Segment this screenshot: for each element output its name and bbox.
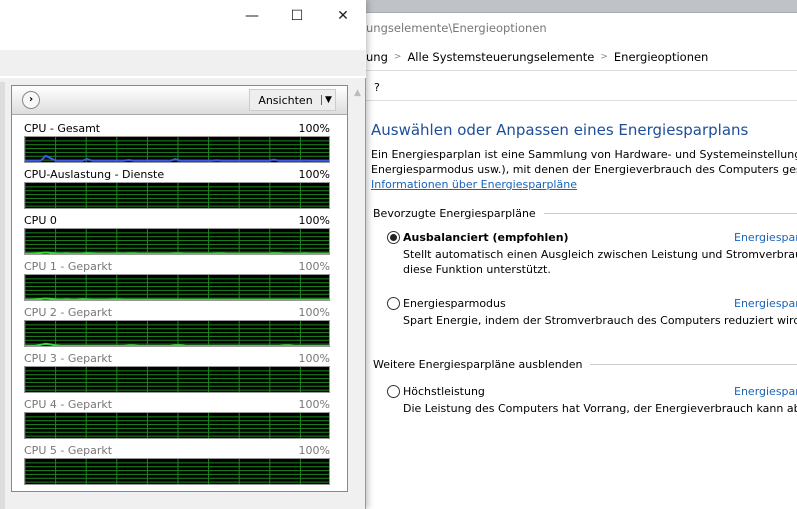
- plan-name[interactable]: Ausbalanciert (empfohlen): [403, 231, 569, 244]
- group-label[interactable]: Weitere Energiesparpläne ausblenden: [373, 358, 582, 371]
- intro-line: Energiesparmodus usw.), mit denen der En…: [371, 163, 797, 176]
- breadcrumb: ung > Alle Systemsteuerungselemente > En…: [360, 43, 797, 71]
- graph-canvas: [24, 458, 330, 485]
- description-line: Die Leistung des Computers hat Vorrang, …: [403, 402, 797, 415]
- change-plan-link[interactable]: Energiesparp: [734, 297, 797, 310]
- graph-label: CPU 0: [24, 214, 57, 227]
- graph-max: 100%: [298, 352, 330, 365]
- change-plan-link[interactable]: Energiesparp: [734, 231, 797, 244]
- help-button[interactable]: ?: [374, 81, 380, 94]
- graph-label: CPU 1 - Geparkt: [24, 260, 113, 273]
- chevron-right-icon: >: [600, 51, 608, 62]
- minimize-button[interactable]: —: [237, 8, 267, 28]
- plan-description: Die Leistung des Computers hat Vorrang, …: [387, 401, 797, 416]
- breadcrumb-item[interactable]: Energieoptionen: [614, 50, 708, 64]
- graph-canvas: [24, 320, 330, 347]
- graph-max: 100%: [298, 444, 330, 457]
- graph-label: CPU 5 - Geparkt: [24, 444, 113, 457]
- graph-label: CPU-Auslastung - Dienste: [24, 168, 165, 181]
- energy-options-window: ungselemente\Energieoptionen ung > Alle …: [360, 12, 797, 509]
- plan-1: Energiesparmodus Spart Energie, indem der…: [387, 297, 797, 328]
- change-plan-link[interactable]: Energiesparp: [734, 385, 797, 398]
- views-dropdown[interactable]: Ansichten ▼: [249, 89, 336, 111]
- plan-name[interactable]: Höchstleistung: [403, 385, 485, 398]
- graph-canvas: [24, 182, 330, 209]
- preferred-plans-header: Bevorzugte Energiesparpläne: [373, 207, 797, 220]
- scroll-up-icon[interactable]: ▲: [354, 88, 361, 98]
- graph-label: CPU 2 - Geparkt: [24, 306, 113, 319]
- info-link[interactable]: Informationen über Energiesparpläne: [371, 177, 797, 192]
- graph-label: CPU 4 - Geparkt: [24, 398, 113, 411]
- graph-canvas: [24, 274, 330, 301]
- graph-max: 100%: [298, 306, 330, 319]
- graph-canvas: [24, 228, 330, 255]
- more-plans-header[interactable]: Weitere Energiesparpläne ausblenden: [373, 358, 797, 371]
- breadcrumb-item[interactable]: ung: [366, 50, 388, 64]
- radio-button[interactable]: [387, 385, 400, 398]
- views-label: Ansichten: [258, 93, 313, 107]
- cpu-graph-3: CPU 1 - Geparkt 100%: [24, 260, 330, 301]
- cpu-graph-1: CPU-Auslastung - Dienste 100%: [24, 168, 330, 209]
- graph-canvas: [24, 412, 330, 439]
- graph-canvas: [24, 136, 330, 163]
- chevron-right-icon: >: [393, 51, 402, 62]
- tab-strip: [0, 50, 366, 78]
- radio-button[interactable]: [387, 297, 400, 310]
- intro-text: Ein Energiesparplan ist eine Sammlung vo…: [371, 147, 797, 192]
- window-title: ungselemente\Energieoptionen: [366, 21, 547, 35]
- graph-label: CPU - Gesamt: [24, 122, 101, 135]
- plan-description: Spart Energie, indem der Stromverbrauch …: [387, 313, 797, 328]
- cpu-graph-5: CPU 3 - Geparkt 100%: [24, 352, 330, 393]
- maximize-button[interactable]: ☐: [282, 8, 312, 28]
- graph-max: 100%: [298, 122, 330, 135]
- cpu-graphs-panel: › Ansichten ▼ CPU - Gesamt 100% CPU-Auslas…: [11, 85, 348, 492]
- intro-line: Ein Energiesparplan ist eine Sammlung vo…: [371, 148, 797, 161]
- graph-max: 100%: [298, 214, 330, 227]
- plan-0: Ausbalanciert (empfohlen) Stellt automati…: [387, 231, 797, 277]
- resource-monitor-window: — ☐ ✕ ▲ › Ansichten ▼ CPU - Gesamt 100% CP…: [0, 0, 366, 509]
- graph-max: 100%: [298, 260, 330, 273]
- description-line: Stellt automatisch einen Ausgleich zwisc…: [403, 248, 797, 261]
- cpu-graph-2: CPU 0 100%: [24, 214, 330, 255]
- expand-icon[interactable]: ›: [22, 91, 40, 109]
- description-line: Spart Energie, indem der Stromverbrauch …: [403, 314, 797, 327]
- breadcrumb-item[interactable]: Alle Systemsteuerungselemente: [407, 50, 594, 64]
- cpu-graph-6: CPU 4 - Geparkt 100%: [24, 398, 330, 439]
- panel-toolbar: › Ansichten ▼: [12, 86, 347, 115]
- plan-2: Höchstleistung Die Leistung des Computers…: [387, 385, 797, 416]
- graph-max: 100%: [298, 398, 330, 411]
- cpu-graph-4: CPU 2 - Geparkt 100%: [24, 306, 330, 347]
- cpu-graph-7: CPU 5 - Geparkt 100%: [24, 444, 330, 485]
- graph-canvas: [24, 366, 330, 393]
- graph-max: 100%: [298, 168, 330, 181]
- plan-name[interactable]: Energiesparmodus: [403, 297, 506, 310]
- radio-button[interactable]: [387, 231, 400, 244]
- title-bar: — ☐ ✕: [0, 0, 366, 50]
- caret-down-icon: ▼: [321, 95, 335, 105]
- cpu-graph-0: CPU - Gesamt 100%: [24, 122, 330, 163]
- left-pane: [0, 82, 5, 509]
- page-title: Auswählen oder Anpassen eines Energiespa…: [371, 121, 749, 139]
- close-button[interactable]: ✕: [328, 8, 358, 28]
- graph-label: CPU 3 - Geparkt: [24, 352, 113, 365]
- group-label: Bevorzugte Energiesparpläne: [373, 207, 536, 220]
- plan-description: Stellt automatisch einen Ausgleich zwisc…: [387, 247, 797, 277]
- usage-line: [25, 251, 329, 254]
- description-line: diese Funktion unterstützt.: [403, 263, 551, 276]
- divider: [360, 100, 797, 101]
